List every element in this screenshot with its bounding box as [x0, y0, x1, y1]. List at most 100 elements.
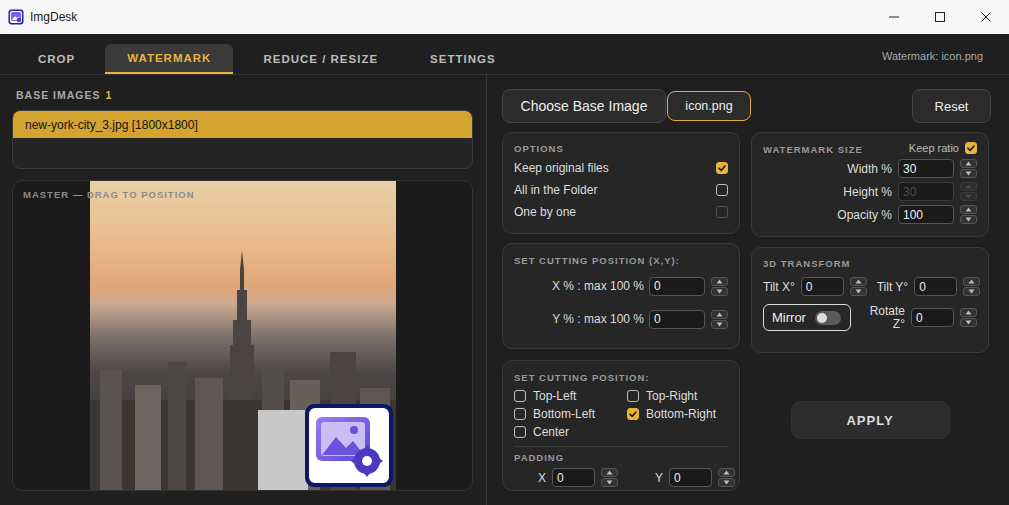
number-field[interactable]: [911, 308, 954, 327]
size-field-label: Opacity %: [837, 208, 892, 222]
spin-up-button: [960, 182, 977, 191]
tilt-y-label: Tilt Y°: [877, 280, 908, 294]
position-option[interactable]: Bottom-Left: [514, 405, 627, 422]
number-field[interactable]: [898, 205, 954, 224]
size-header: WATERMARK SIZEKeep ratio: [763, 140, 977, 155]
number-field[interactable]: [649, 310, 705, 329]
size-field-label: Height %: [843, 185, 892, 199]
spin-down-button[interactable]: [711, 287, 728, 296]
tab[interactable]: REDUCE / RESIZE: [241, 44, 400, 74]
checkbox[interactable]: [716, 162, 728, 174]
cutting-xy-label: X % : max 100 %: [552, 279, 644, 293]
mirror-rotate-row: MirrorRotate Z°: [763, 304, 977, 331]
minimize-icon: [889, 12, 899, 22]
spin-up-button[interactable]: [601, 468, 618, 477]
position-label: Center: [533, 425, 569, 439]
spin-down-button[interactable]: [850, 287, 867, 296]
size-field-row: Opacity %: [763, 203, 977, 226]
spin-down-button[interactable]: [718, 478, 735, 487]
checkbox[interactable]: [514, 408, 526, 420]
checkbox[interactable]: [514, 390, 526, 402]
cutting-xy-title: SET CUTTING POSITION (X,Y):: [514, 255, 728, 266]
option-row[interactable]: All in the Folder: [514, 179, 728, 201]
tab[interactable]: CROP: [16, 44, 97, 74]
spin-up-button[interactable]: [960, 159, 977, 168]
apply-button[interactable]: APPLY: [791, 401, 950, 439]
app-logo-icon: [8, 9, 24, 25]
position-label: Bottom-Left: [533, 407, 595, 421]
base-images-list: new-york-city_3.jpg [1800x1800]: [12, 110, 473, 169]
spin-up-button[interactable]: [718, 468, 735, 477]
base-image-photo[interactable]: [90, 181, 396, 490]
cutting-position-card: SET CUTTING POSITION: Top-Left Top-Right Bo…: [502, 360, 740, 491]
divider: [514, 446, 728, 447]
checkbox[interactable]: [716, 184, 728, 196]
checkbox[interactable]: [965, 142, 977, 154]
spin-up-button[interactable]: [711, 277, 728, 286]
watermark-status: Watermark: icon.png: [882, 46, 1009, 62]
spinner: [963, 277, 980, 296]
spin-down-button[interactable]: [960, 318, 977, 327]
spin-down-button[interactable]: [960, 169, 977, 178]
mirror-toggle[interactable]: [815, 311, 841, 325]
tab[interactable]: WATERMARK: [105, 44, 233, 74]
number-field[interactable]: [649, 277, 705, 296]
reset-button[interactable]: Reset: [912, 89, 991, 123]
minimize-button[interactable]: [871, 0, 917, 34]
cutting-xy-card: SET CUTTING POSITION (X,Y): X % : max 100…: [502, 243, 740, 349]
spin-down-button[interactable]: [963, 287, 980, 296]
spinner: [960, 205, 977, 224]
position-option[interactable]: Top-Right: [627, 387, 728, 404]
position-label: Top-Right: [646, 389, 697, 403]
checkbox[interactable]: [627, 390, 639, 402]
spin-down-button[interactable]: [960, 215, 977, 224]
padding-title: PADDING: [514, 452, 728, 463]
transform-title: 3D TRANSFORM: [763, 258, 977, 269]
mirror-switch[interactable]: Mirror: [763, 304, 851, 331]
app-body: CROP WATERMARK REDUCE / RESIZE SETTINGS Wate…: [0, 34, 1009, 505]
position-options: Top-Left Top-Right Bottom-Left Bottom-Right…: [514, 387, 728, 440]
number-field[interactable]: [669, 468, 712, 487]
padding-y-label: Y: [655, 471, 663, 485]
base-images-label: BASE IMAGES: [16, 89, 101, 101]
spin-up-button[interactable]: [850, 277, 867, 286]
transform-card: 3D TRANSFORM Tilt X°Tilt Y° MirrorRotate Z…: [751, 247, 989, 353]
spin-up-button[interactable]: [960, 308, 977, 317]
cutting-position-title: SET CUTTING POSITION:: [514, 372, 728, 383]
number-field[interactable]: [801, 277, 844, 296]
preview-canvas[interactable]: MASTER — DRAG TO POSITION: [12, 180, 473, 491]
watermark-file-button[interactable]: icon.png: [667, 91, 751, 121]
position-option[interactable]: Bottom-Right: [627, 405, 728, 422]
padding-x-label: X: [538, 471, 546, 485]
position-label: Bottom-Right: [646, 407, 716, 421]
option-row[interactable]: Keep original files: [514, 157, 728, 179]
spinner: [711, 310, 728, 329]
tilt-row: Tilt X°Tilt Y°: [763, 275, 977, 298]
keep-ratio-label: Keep ratio: [909, 142, 959, 154]
close-icon: [981, 12, 991, 22]
padding-row: XY: [514, 468, 728, 487]
position-option[interactable]: Center: [514, 423, 627, 440]
position-option[interactable]: Top-Left: [514, 387, 627, 404]
tab[interactable]: SETTINGS: [408, 44, 518, 74]
spin-down-button[interactable]: [601, 478, 618, 487]
maximize-button[interactable]: [917, 0, 963, 34]
option-row[interactable]: One by one: [514, 201, 728, 223]
choose-base-image-button[interactable]: Choose Base Image: [502, 89, 666, 123]
checkbox[interactable]: [627, 408, 639, 420]
position-label: Top-Left: [533, 389, 576, 403]
spin-down-button[interactable]: [711, 320, 728, 329]
spin-up-button[interactable]: [711, 310, 728, 319]
number-field[interactable]: [552, 468, 595, 487]
number-field[interactable]: [914, 277, 957, 296]
base-image-item[interactable]: new-york-city_3.jpg [1800x1800]: [13, 111, 472, 138]
spin-up-button[interactable]: [963, 277, 980, 286]
checkbox[interactable]: [514, 426, 526, 438]
maximize-icon: [935, 12, 945, 22]
spin-up-button[interactable]: [960, 205, 977, 214]
spinner: [718, 468, 735, 487]
spinner: [960, 308, 977, 327]
number-field[interactable]: [898, 159, 954, 178]
settings-column: WATERMARK SIZEKeep ratioWidth %Height %O…: [751, 132, 989, 491]
close-button[interactable]: [963, 0, 1009, 34]
